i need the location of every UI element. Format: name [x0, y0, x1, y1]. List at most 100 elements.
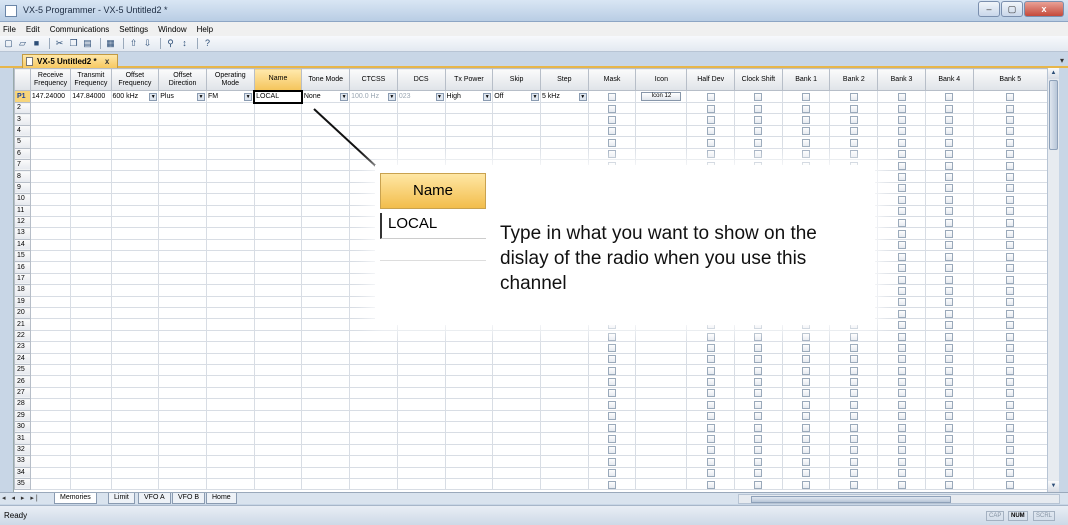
- cell-checkbox[interactable]: [802, 400, 811, 409]
- cell-checkbox[interactable]: [608, 469, 617, 478]
- grid-cell[interactable]: [444, 363, 494, 377]
- grid-cell[interactable]: [349, 352, 398, 366]
- grid-cell[interactable]: [70, 443, 112, 457]
- cell-checkbox[interactable]: [897, 378, 906, 387]
- grid-cell[interactable]: [734, 375, 783, 388]
- cell-checkbox[interactable]: [897, 457, 906, 466]
- menu-communications[interactable]: Communications: [50, 25, 110, 34]
- dropdown-arrow-icon[interactable]: ▼: [196, 92, 205, 101]
- grid-cell[interactable]: [253, 147, 303, 160]
- grid-cell[interactable]: [877, 477, 926, 491]
- dropdown-arrow-icon[interactable]: ▼: [340, 92, 349, 101]
- grid-cell[interactable]: [635, 409, 688, 422]
- grid-cell[interactable]: [444, 455, 494, 468]
- grid-cell[interactable]: [110, 136, 160, 149]
- cell-checkbox[interactable]: [945, 207, 954, 216]
- grid-cell[interactable]: [877, 352, 926, 366]
- grid-cell[interactable]: [877, 386, 926, 400]
- grid-cell[interactable]: [492, 101, 541, 115]
- grid-cell[interactable]: [734, 420, 783, 434]
- grid-cell[interactable]: [972, 204, 1047, 217]
- cell-checkbox[interactable]: [897, 184, 906, 193]
- cell-checkbox[interactable]: [849, 366, 858, 375]
- grid-cell[interactable]: [158, 329, 207, 343]
- grid-cell[interactable]: [205, 101, 255, 115]
- cell-clock-shift[interactable]: [734, 90, 783, 103]
- grid-cell[interactable]: [253, 170, 303, 183]
- grid-cell[interactable]: [301, 295, 351, 309]
- grid-cell[interactable]: [70, 398, 112, 411]
- vertical-scrollbar[interactable]: ▲ ▼: [1047, 68, 1059, 492]
- copy-icon[interactable]: ❐: [68, 38, 79, 49]
- grid-cell[interactable]: [539, 466, 589, 479]
- grid-cell[interactable]: [444, 101, 494, 115]
- grid-cell[interactable]: [349, 386, 398, 400]
- grid-cell[interactable]: [829, 398, 879, 411]
- grid-cell[interactable]: [877, 284, 926, 297]
- cell-checkbox[interactable]: [802, 150, 811, 159]
- grid-cell[interactable]: [781, 420, 831, 434]
- grid-cell[interactable]: [253, 432, 303, 445]
- grid-cell[interactable]: [924, 386, 974, 400]
- grid-cell[interactable]: [972, 420, 1047, 434]
- grid-cell[interactable]: [205, 329, 255, 343]
- cell-mask[interactable]: [587, 90, 637, 103]
- cell-icon[interactable]: Icon 12: [635, 90, 688, 103]
- cell-checkbox[interactable]: [1006, 469, 1015, 478]
- grid-cell[interactable]: [444, 352, 494, 366]
- cell-checkbox[interactable]: [849, 435, 858, 444]
- grid-cell[interactable]: [924, 477, 974, 491]
- grid-cell[interactable]: [972, 215, 1047, 229]
- cell-checkbox[interactable]: [849, 378, 858, 387]
- grid-cell[interactable]: [829, 147, 879, 160]
- grid-cell[interactable]: [301, 158, 351, 172]
- grid-cell[interactable]: [539, 341, 589, 354]
- cell-checkbox[interactable]: [706, 355, 715, 364]
- cell-checkbox[interactable]: [706, 366, 715, 375]
- cell-offset-direction[interactable]: Plus ▼: [158, 90, 207, 103]
- grid-cell[interactable]: [877, 181, 926, 195]
- cell-checkbox[interactable]: [802, 412, 811, 421]
- col-clock-shift[interactable]: Clock Shift: [734, 68, 783, 91]
- cell-checkbox[interactable]: [897, 400, 906, 409]
- grid-cell[interactable]: [686, 329, 736, 343]
- cell-checkbox[interactable]: [802, 366, 811, 375]
- cell-checkbox[interactable]: [754, 480, 763, 489]
- grid-cell[interactable]: [587, 101, 637, 115]
- grid-cell[interactable]: [444, 432, 494, 445]
- grid-cell[interactable]: [29, 409, 72, 422]
- grid-cell[interactable]: [972, 170, 1047, 183]
- grid-cell[interactable]: [924, 420, 974, 434]
- grid-cell[interactable]: [253, 318, 303, 331]
- grid-cell[interactable]: [158, 386, 207, 400]
- grid-cell[interactable]: [539, 363, 589, 377]
- grid-cell[interactable]: [158, 363, 207, 377]
- grid-cell[interactable]: [781, 432, 831, 445]
- cell-transmit-frequency[interactable]: 147.84000: [70, 90, 112, 103]
- grid-cell[interactable]: [396, 466, 446, 479]
- grid-cell[interactable]: [301, 284, 351, 297]
- cell-checkbox[interactable]: [706, 138, 715, 147]
- grid-cell[interactable]: [924, 272, 974, 286]
- col-skip[interactable]: Skip: [492, 68, 541, 91]
- grid-cell[interactable]: [539, 455, 589, 468]
- grid-cell[interactable]: [972, 284, 1047, 297]
- minimize-button[interactable]: –: [978, 1, 1000, 17]
- grid-cell[interactable]: [972, 363, 1047, 377]
- grid-cell[interactable]: [158, 124, 207, 138]
- grid-cell[interactable]: [972, 352, 1047, 366]
- cell-checkbox[interactable]: [849, 423, 858, 432]
- grid-cell[interactable]: [70, 307, 112, 320]
- row-number[interactable]: 10: [14, 193, 31, 206]
- col-name[interactable]: Name: [253, 68, 303, 91]
- grid-cell[interactable]: [29, 204, 72, 217]
- sheet-tab-home[interactable]: Home: [206, 493, 237, 504]
- grid-cell[interactable]: [635, 147, 688, 160]
- grid-cell[interactable]: [396, 329, 446, 343]
- grid-cell[interactable]: [924, 215, 974, 229]
- grid-cell[interactable]: [829, 113, 879, 126]
- grid-cell[interactable]: [253, 307, 303, 320]
- cell-checkbox[interactable]: [897, 275, 906, 284]
- grid-cell[interactable]: [829, 101, 879, 115]
- menu-settings[interactable]: Settings: [119, 25, 148, 34]
